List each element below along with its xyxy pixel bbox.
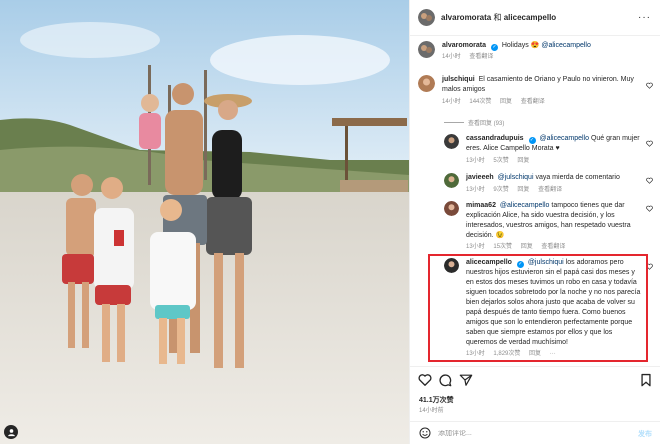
reply-time[interactable]: 13小时	[466, 244, 485, 250]
heart-icon[interactable]	[646, 140, 653, 147]
caption-text: Holidays	[501, 42, 529, 49]
heart-icon[interactable]	[646, 82, 653, 89]
coauthor-username[interactable]: alicecampello	[504, 13, 556, 22]
post-comment-button[interactable]: 发布	[638, 429, 652, 439]
comments-list[interactable]: alvaromorata ✓ Holidays 😍 @alicecampello…	[410, 36, 660, 366]
comment-icon[interactable]	[438, 373, 452, 387]
replier-avatar[interactable]	[444, 201, 459, 216]
reply-likes[interactable]: 5次赞	[493, 158, 508, 164]
comment-time[interactable]: 14小时	[442, 99, 461, 105]
reply-item: cassandradupuis ✓ @alicecampello Qué gra…	[444, 134, 644, 165]
reply-item: mimaa62 @alicecampello tampoco tienes qu…	[444, 201, 644, 251]
bookmark-icon[interactable]	[639, 373, 653, 387]
post-photo-image	[0, 0, 409, 444]
post-caption: alvaromorata ✓ Holidays 😍 @alicecampello…	[418, 41, 591, 61]
author-avatar[interactable]	[418, 41, 435, 58]
reply-time[interactable]: 13小时	[466, 158, 485, 164]
highlight-box	[428, 254, 648, 362]
reply-text: vaya mierda de comentario	[535, 174, 620, 181]
post-photo[interactable]	[0, 0, 409, 444]
reply-username[interactable]: cassandradupuis	[466, 135, 524, 142]
likes-count[interactable]: 41.1万次赞	[419, 395, 454, 405]
caption-mention[interactable]: @alicecampello	[541, 42, 591, 49]
reply-translate[interactable]: 查看翻译	[538, 187, 562, 193]
heart-icon[interactable]	[418, 373, 432, 387]
add-comment-input[interactable]	[438, 429, 608, 437]
reply-translate[interactable]: 查看翻译	[541, 244, 565, 250]
reply-username[interactable]: mimaa62	[466, 202, 496, 209]
comment-reply-button[interactable]: 回复	[500, 99, 512, 105]
comment-item: julschiqui El casamiento de Oriano y Pau…	[418, 75, 638, 106]
post-timestamp[interactable]: 14小时前	[419, 405, 444, 414]
reply-mention[interactable]: @alicecampello	[500, 202, 550, 209]
ellipsis-icon[interactable]: ···	[638, 12, 651, 23]
post-author-line: alvaromorata 和 alicecampello	[441, 12, 556, 23]
reply-reply-button[interactable]: 回复	[517, 158, 529, 164]
reply-item: javieeeh @julschiqui vaya mierda de come…	[444, 173, 644, 194]
post-actions: 41.1万次赞 14小时前	[410, 366, 660, 421]
reply-likes[interactable]: 9次赞	[493, 187, 508, 193]
tagged-users-icon[interactable]	[4, 425, 18, 439]
comment-translate[interactable]: 查看翻译	[521, 99, 545, 105]
emoji-icon[interactable]	[419, 427, 431, 439]
replier-avatar[interactable]	[444, 173, 459, 188]
replier-avatar[interactable]	[444, 134, 459, 149]
commenter-avatar[interactable]	[418, 75, 435, 92]
heart-icon[interactable]	[646, 205, 653, 212]
view-replies-toggle[interactable]: 查看回复 (93)	[444, 118, 504, 127]
reply-reply-button[interactable]: 回复	[521, 244, 533, 250]
caption-time[interactable]: 14小时	[442, 54, 461, 60]
reply-likes[interactable]: 15次赞	[493, 244, 512, 250]
share-icon[interactable]	[459, 373, 473, 387]
caption-translate[interactable]: 查看翻译	[469, 54, 493, 60]
reply-mention[interactable]: @julschiqui	[498, 174, 534, 181]
reply-mention[interactable]: @alicecampello	[539, 135, 589, 142]
verified-badge-icon: ✓	[490, 44, 498, 51]
verified-badge-icon: ✓	[528, 137, 536, 144]
comment-username[interactable]: julschiqui	[442, 76, 475, 83]
reply-username[interactable]: javieeeh	[466, 174, 494, 181]
author-username[interactable]: alvaromorata	[441, 13, 491, 22]
replies-toggle-label[interactable]: 查看回复 (93)	[468, 118, 504, 127]
comment-likes[interactable]: 144次赞	[469, 99, 491, 105]
coauthor-joiner: 和	[493, 13, 502, 22]
caption-emoji: 😍	[530, 42, 540, 49]
post-header: alvaromorata 和 alicecampello ···	[410, 0, 660, 36]
reply-time[interactable]: 13小时	[466, 187, 485, 193]
author-avatar[interactable]	[418, 9, 435, 26]
add-comment-bar: 发布	[410, 421, 660, 444]
post-details-panel: alvaromorata 和 alicecampello ··· alvarom…	[409, 0, 660, 444]
caption-username[interactable]: alvaromorata	[442, 42, 486, 49]
heart-icon[interactable]	[646, 177, 653, 184]
reply-reply-button[interactable]: 回复	[517, 187, 529, 193]
replies-divider	[444, 122, 464, 123]
